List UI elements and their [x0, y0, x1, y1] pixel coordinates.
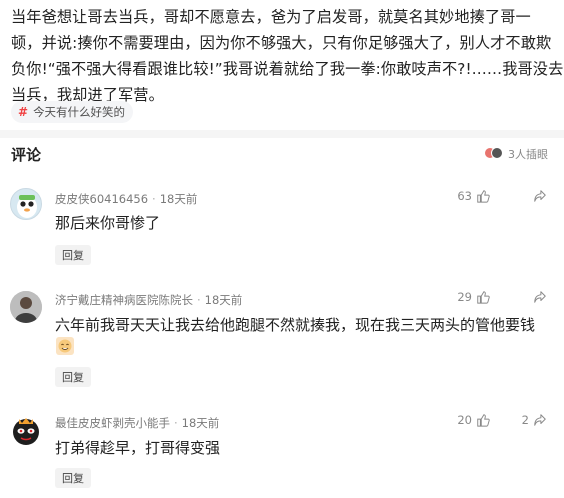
comment-username[interactable]: 皮皮侠60416456	[55, 192, 148, 206]
share-button[interactable]	[529, 189, 547, 203]
share-icon	[534, 291, 546, 303]
discussing-count: 3人插眼	[508, 148, 548, 161]
share-button[interactable]	[529, 290, 547, 304]
comments-title: 评论	[11, 146, 42, 164]
comment-text: 打弟得趁早，打哥得变强	[55, 439, 221, 457]
reply-button[interactable]: 回复	[55, 367, 91, 387]
comment-time: 18天前	[181, 416, 220, 430]
topic-tag[interactable]: # 今天有什么好笑的	[11, 101, 134, 123]
discussing-avatars-icon	[484, 147, 504, 161]
post-line-1: 当年爸想让哥去当兵，哥却不愿意去，爸为了启发哥，就莫名其妙地揍了哥一	[11, 8, 531, 26]
topic-label: 今天有什么好笑的	[33, 105, 126, 119]
like-count: 63	[457, 189, 472, 203]
comment-username[interactable]: 济宁戴庄精神病医院陈院长	[55, 293, 193, 307]
post-line-2: 顿，并说:揍你不需要理由，因为你不够强大，只有你足够强大了，别人才不敢欺	[11, 34, 552, 52]
avatar[interactable]	[10, 414, 42, 446]
thumb-up-icon	[477, 291, 490, 304]
comment-text: 六年前我哥天天让我去给他跑腿不然就揍我，现在我三天两头的管他要钱	[55, 316, 536, 334]
avatar[interactable]	[10, 291, 42, 323]
share-icon	[534, 190, 546, 202]
comment-time: 18天前	[159, 192, 198, 206]
thumb-up-icon	[477, 414, 490, 427]
like-count: 29	[457, 290, 472, 304]
share-count: 2	[521, 413, 529, 427]
share-button[interactable]: 2	[522, 413, 547, 427]
comment-meta: 济宁戴庄精神病医院陈院长 · 18天前	[55, 293, 243, 307]
like-count: 20	[457, 413, 472, 427]
thumb-up-icon	[477, 190, 490, 203]
cartoon-avatar-icon	[13, 418, 39, 445]
share-icon	[534, 414, 546, 426]
like-button[interactable]: 20	[457, 413, 490, 427]
like-button[interactable]: 29	[457, 290, 490, 304]
person-avatar-icon	[10, 291, 42, 323]
post-line-3: 负你!“强不强大得看跟谁比较!”我哥说着就给了我一拳:你敢吱声不?!……我哥没去	[11, 60, 564, 78]
ghost-avatar-icon	[17, 195, 37, 218]
hashtag-icon: #	[18, 105, 29, 119]
post-body: 当年爸想让哥去当兵，哥却不愿意去，爸为了启发哥，就莫名其妙地揍了哥一 顿，并说:…	[11, 4, 564, 108]
section-divider	[0, 130, 564, 138]
avatar[interactable]	[10, 188, 42, 220]
comment-meta: 皮皮侠60416456 · 18天前	[55, 192, 198, 206]
laughing-dog-emoji-icon	[56, 337, 74, 355]
reply-button[interactable]: 回复	[55, 245, 91, 265]
comment-meta: 最佳皮皮虾剥壳小能手 · 18天前	[55, 416, 220, 430]
like-button[interactable]: 63	[457, 189, 490, 203]
discussing-indicator[interactable]: 3人插眼	[484, 146, 548, 162]
comment-time: 18天前	[204, 293, 243, 307]
reply-button[interactable]: 回复	[55, 468, 91, 488]
comment-username[interactable]: 最佳皮皮虾剥壳小能手	[55, 416, 170, 430]
comment-text: 那后来你哥惨了	[55, 214, 161, 232]
